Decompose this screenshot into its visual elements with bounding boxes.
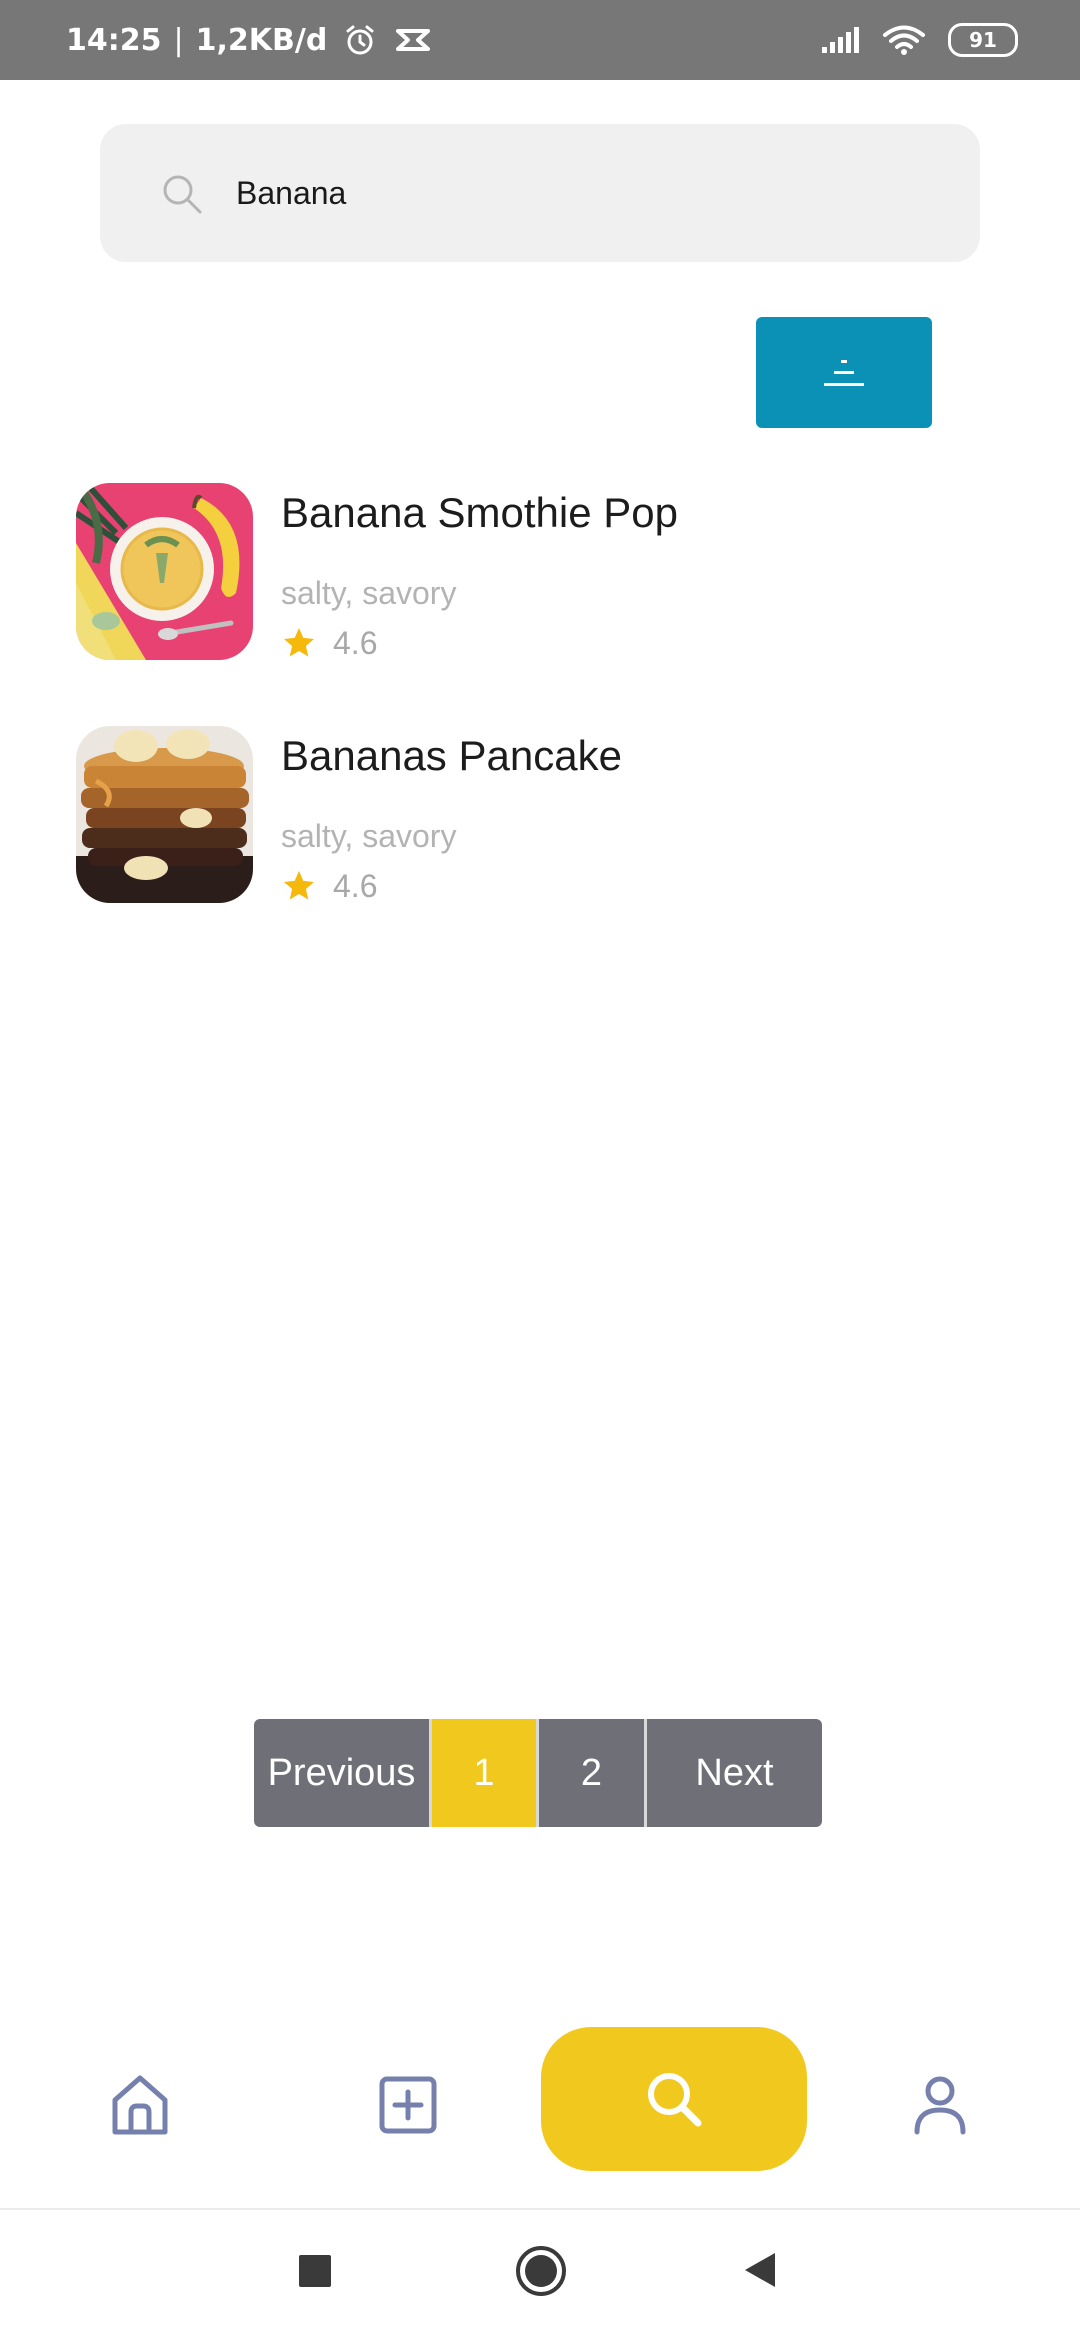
search-icon	[160, 172, 204, 216]
item-title: Banana Smothie Pop	[281, 489, 678, 536]
star-icon	[281, 625, 317, 661]
capcut-icon	[395, 25, 431, 55]
home-circle-icon[interactable]	[515, 2245, 567, 2297]
nav-home[interactable]	[100, 2065, 180, 2145]
search-icon	[644, 2069, 704, 2129]
status-network-speed: 1,2KB/d	[195, 22, 328, 58]
home-icon	[109, 2072, 171, 2138]
signal-icon	[820, 25, 860, 55]
item-rating: 4.6	[281, 866, 377, 906]
star-icon	[281, 868, 317, 904]
alarm-icon	[343, 23, 377, 57]
status-time: 14:25	[66, 22, 162, 58]
next-page-button[interactable]: Next	[647, 1719, 822, 1827]
system-nav	[0, 2210, 1080, 2340]
status-separator: |	[173, 22, 184, 58]
list-item[interactable]: Bananas Pancake salty, savory 4.6	[76, 726, 976, 906]
banana-smoothie-image	[76, 483, 253, 660]
search-box[interactable]	[100, 124, 980, 262]
page-button-2[interactable]: 2	[539, 1719, 647, 1827]
add-icon	[378, 2075, 438, 2135]
item-title: Bananas Pancake	[281, 732, 622, 779]
battery-level: 91	[969, 28, 997, 52]
bottom-nav	[0, 2020, 1080, 2210]
filter-button[interactable]	[756, 317, 932, 428]
status-right: 91	[820, 0, 1018, 80]
wifi-icon	[882, 24, 926, 56]
rating-value: 4.6	[333, 624, 378, 661]
status-left: 14:25 | 1,2KB/d	[66, 0, 431, 80]
recents-icon[interactable]	[299, 2255, 331, 2287]
nav-add[interactable]	[368, 2065, 448, 2145]
nav-profile[interactable]	[900, 2065, 980, 2145]
battery-icon: 91	[948, 23, 1018, 57]
profile-icon	[912, 2074, 968, 2136]
list-item[interactable]: Banana Smothie Pop salty, savory 4.6	[76, 483, 976, 663]
filter-icon	[822, 357, 866, 389]
item-tags: salty, savory	[281, 818, 457, 854]
previous-page-button[interactable]: Previous	[254, 1719, 429, 1827]
search-input[interactable]	[236, 124, 936, 262]
item-rating: 4.6	[281, 623, 377, 663]
banana-pancake-image	[76, 726, 253, 903]
page-button-1[interactable]: 1	[429, 1719, 539, 1827]
back-icon[interactable]	[743, 2251, 777, 2289]
item-tags: salty, savory	[281, 575, 457, 611]
status-bar: 14:25 | 1,2KB/d 91	[0, 0, 1080, 80]
rating-value: 4.6	[333, 867, 378, 904]
nav-search[interactable]	[541, 2027, 807, 2171]
pagination: Previous 1 2 Next	[254, 1719, 822, 1827]
